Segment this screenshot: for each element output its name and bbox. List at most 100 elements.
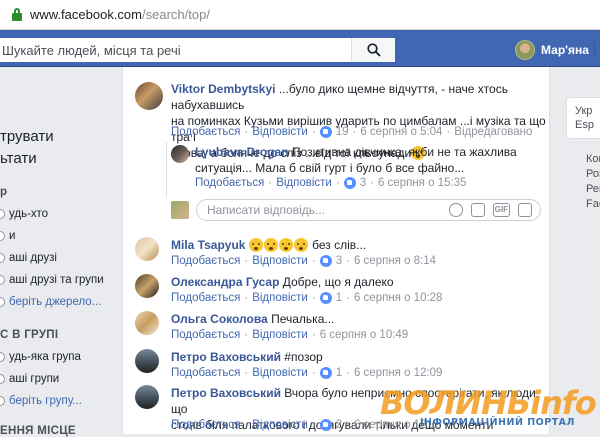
footer-link[interactable]: Рек — [586, 183, 600, 195]
your-avatar — [171, 201, 189, 219]
like-count[interactable]: 19 — [336, 126, 349, 138]
comment-author[interactable]: Lyubava Drogan — [195, 145, 289, 159]
comment-actions: Подобається · Відповісти · 6 серпня о 10:4… — [171, 329, 409, 341]
commenter-avatar[interactable] — [135, 385, 159, 409]
reply-link[interactable]: Відповісти — [252, 292, 308, 304]
crying-emoji-icon — [248, 238, 263, 252]
reply-link[interactable]: Відповісти — [276, 177, 332, 189]
header-divider — [594, 42, 595, 58]
comment-author[interactable]: Олександра Гусар — [171, 275, 279, 289]
comment-time[interactable]: 6 серпня о 12:... — [354, 419, 439, 431]
like-link[interactable]: Подобається — [171, 329, 240, 341]
comment-item: Петро Ваховський Вчора було неприємно сп… — [135, 385, 545, 433]
comment-author[interactable]: Viktor Dembytskyi — [171, 82, 276, 96]
like-link[interactable]: Подобається — [171, 292, 240, 304]
comment-time[interactable]: 6 серпня о 10:49 — [320, 329, 409, 341]
camera-icon[interactable] — [470, 203, 485, 217]
commenter-avatar[interactable] — [135, 349, 159, 373]
comment-time[interactable]: 6 серпня о 8:14 — [354, 255, 436, 267]
filter-option-friends[interactable]: аші друзі — [0, 252, 57, 264]
commenter-avatar[interactable] — [135, 237, 159, 261]
comment-item: Петро Ваховський #позор Подобається · Від… — [135, 349, 545, 379]
comment-author[interactable]: Петро Ваховський — [171, 386, 281, 400]
like-icon — [319, 367, 332, 379]
avatar — [515, 40, 535, 60]
like-link[interactable]: Подобається — [171, 419, 240, 431]
like-link[interactable]: Подобається — [171, 126, 240, 138]
filter-sidebar: трувати ьтати р удь-хто и аші друзі аші … — [0, 67, 120, 437]
radio-icon — [0, 352, 5, 362]
wow-emoji-icon — [263, 238, 278, 252]
like-count[interactable]: 3 — [360, 177, 366, 189]
like-count[interactable]: 2 — [336, 419, 342, 431]
browser-address-bar[interactable]: www.facebook.com/search/top/ — [0, 0, 600, 30]
filter-option-you[interactable]: и — [0, 230, 15, 242]
filter-option-friends-groups[interactable]: аші друзі та групи — [0, 274, 104, 286]
like-link[interactable]: Подобається — [171, 255, 240, 267]
comment-time[interactable]: 6 серпня о 10:28 — [354, 292, 443, 304]
reply-link[interactable]: Відповісти — [252, 255, 308, 267]
address-url[interactable]: www.facebook.com/search/top/ — [30, 7, 210, 22]
comment-time[interactable]: 6 серпня о 5:04 — [360, 126, 442, 138]
comment-time[interactable]: 6 серпня о 15:35 — [378, 177, 467, 189]
sticker-icon[interactable] — [518, 203, 532, 217]
radio-icon — [0, 374, 5, 384]
comment-author[interactable]: Петро Ваховський — [171, 350, 281, 364]
search-icon — [366, 43, 381, 57]
like-link[interactable]: Подобається — [195, 177, 264, 189]
radio-icon — [0, 396, 5, 406]
language-option[interactable]: Укр — [575, 104, 600, 118]
reply-link[interactable]: Відповісти — [252, 419, 308, 431]
reply-link[interactable]: Відповісти — [252, 367, 308, 379]
comment-author[interactable]: Mila Tsapyuk — [171, 238, 245, 252]
filter-title-line1: трувати — [0, 128, 54, 145]
comment-actions: Подобається · Відповісти · 2 · 6 серпня о 1… — [171, 419, 440, 431]
commenter-avatar[interactable] — [171, 145, 189, 163]
comment-actions: Подобається · Відповісти · 3 · 6 серпня о 8… — [171, 255, 437, 267]
filter-option-any-group[interactable]: удь-яка група — [0, 351, 81, 363]
comment-item: Олександра Гусар Добре, що я далеко Подо… — [135, 274, 545, 304]
reply-input[interactable] — [207, 203, 427, 217]
language-option[interactable]: Esp — [575, 118, 600, 132]
user-name: Мар'яна — [541, 43, 589, 57]
like-icon — [319, 126, 332, 138]
comment-text: Lyubava Drogan Позитивна дівчинка, якби … — [195, 145, 517, 175]
filter-option-choose-source[interactable]: беріть джерело... — [0, 296, 101, 308]
gif-icon[interactable]: GIF — [492, 203, 510, 217]
search-button[interactable] — [351, 38, 395, 62]
like-link[interactable]: Подобається — [171, 367, 240, 379]
comment-item: Ольга Соколова Печалька... Подобається · … — [135, 311, 545, 341]
filter-posts-from-label: р — [0, 186, 8, 198]
emoji-icon[interactable] — [448, 203, 463, 217]
reply-link[interactable]: Відповісти — [252, 329, 308, 341]
reply-link[interactable]: Відповісти — [252, 126, 308, 138]
filter-option-choose-group[interactable]: беріть групу... — [0, 395, 82, 407]
comment-text: Олександра Гусар Добре, що я далеко — [171, 275, 394, 289]
comment-item: Mila Tsapyuk без слів... Подобається · Ві… — [135, 237, 545, 267]
filter-option-anyone[interactable]: удь-хто — [0, 208, 48, 220]
like-count[interactable]: 1 — [336, 292, 342, 304]
footer-link[interactable]: Кон — [586, 153, 600, 165]
filter-section-group: С В ГРУПІ — [0, 329, 59, 341]
comment-time[interactable]: 6 серпня о 12:09 — [354, 367, 443, 379]
like-count[interactable]: 1 — [336, 367, 342, 379]
edited-label[interactable]: Відредаговано — [454, 126, 532, 138]
like-icon — [343, 177, 356, 189]
commenter-avatar[interactable] — [135, 274, 159, 298]
like-icon — [319, 292, 332, 304]
language-box: Укр Esp — [566, 97, 600, 139]
like-count[interactable]: 3 — [336, 255, 342, 267]
footer-link[interactable]: Fac — [586, 198, 600, 210]
reply-thread-line — [166, 142, 167, 197]
comments-panel: Viktor Dembytskyi ...було дико щемне від… — [122, 67, 550, 434]
commenter-avatar[interactable] — [135, 82, 163, 110]
search-box — [0, 38, 395, 62]
comment-author[interactable]: Ольга Соколова — [171, 312, 268, 326]
commenter-avatar[interactable] — [135, 311, 159, 335]
footer-link[interactable]: Роз — [586, 168, 600, 180]
profile-link[interactable]: Мар'яна — [515, 40, 589, 60]
search-input[interactable] — [0, 39, 350, 61]
filter-option-your-groups[interactable]: аші групи — [0, 373, 59, 385]
comment-actions: Подобається · Відповісти · 1 · 6 серпня о 1… — [171, 367, 443, 379]
lock-icon — [12, 8, 22, 21]
